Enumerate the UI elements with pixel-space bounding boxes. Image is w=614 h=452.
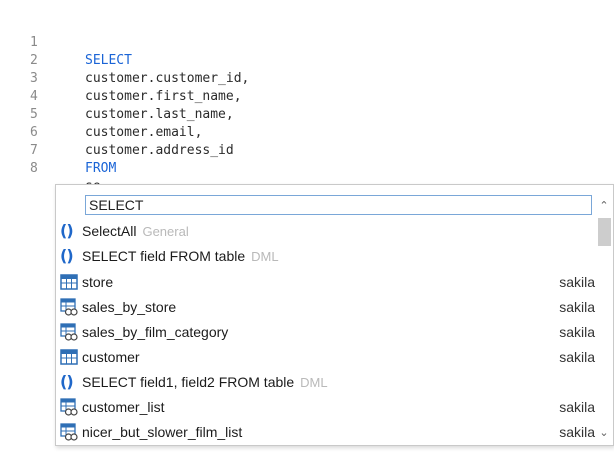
line-number: 1 — [30, 35, 38, 50]
suggestion-schema: sakila — [559, 324, 595, 340]
suggestion-label: nicer_but_slower_film_list — [82, 424, 243, 440]
suggestion-schema: sakila — [559, 274, 595, 290]
code-line: 4 customer.last_name, — [0, 70, 234, 122]
suggestion-category: General — [142, 224, 189, 239]
code-text[interactable]: customer.email, — [85, 124, 202, 142]
code-text[interactable]: customer.customer_id, — [85, 70, 249, 88]
snippet-icon: () — [60, 246, 74, 265]
code-text[interactable]: customer.address_id — [85, 142, 234, 160]
suggestion-label: sales_by_store — [82, 299, 177, 315]
line-number: 8 — [30, 161, 38, 176]
view-icon — [60, 298, 78, 316]
suggestion-item[interactable]: () SELECT field1, field2 FROM table DML — [58, 371, 595, 393]
view-icon — [60, 423, 78, 441]
suggestion-label: SelectAll — [82, 223, 137, 239]
suggestion-item[interactable]: () SelectAll General — [58, 220, 595, 242]
line-number: 5 — [30, 107, 38, 122]
suggestion-item[interactable]: store sakila — [58, 271, 595, 293]
suggestion-schema: sakila — [559, 299, 595, 315]
suggestion-label: customer — [82, 349, 140, 365]
code-text[interactable]: FROM — [85, 160, 116, 178]
code-line: 6 customer.address_id — [0, 106, 234, 158]
suggestion-schema: sakila — [559, 424, 595, 440]
suggestion-label: SELECT field FROM table — [82, 248, 246, 264]
suggestion-item[interactable]: sales_by_film_category sakila — [58, 321, 595, 343]
code-text[interactable]: SELECT — [85, 52, 132, 70]
suggestion-schema: sakila — [559, 349, 595, 365]
scroll-down-arrow-icon[interactable]: ⌄ — [596, 425, 612, 441]
suggestion-category: DML — [251, 249, 279, 264]
snippet-icon: () — [60, 372, 74, 391]
code-line: 5 customer.email, — [0, 88, 202, 140]
code-text[interactable]: customer.first_name, — [85, 88, 242, 106]
scrollbar-thumb[interactable] — [598, 218, 611, 246]
suggestion-item[interactable]: customer sakila — [58, 346, 595, 368]
autocomplete-popup: ⌃ ⌄ () SelectAll General () SELECT field … — [55, 184, 614, 446]
suggestion-label: SELECT field1, field2 FROM table — [82, 374, 295, 390]
suggestion-item[interactable]: sales_by_store sakila — [58, 296, 595, 318]
suggestion-label: customer_list — [82, 399, 165, 415]
code-line: 2 customer.customer_id, — [0, 34, 249, 86]
line-number: 3 — [30, 71, 38, 86]
suggestion-item[interactable]: nicer_but_slower_film_list sakila — [58, 421, 595, 443]
autocomplete-filter-input[interactable] — [85, 195, 592, 215]
line-number: 7 — [30, 143, 38, 158]
table-icon — [60, 274, 78, 290]
code-line: 8 se — [0, 142, 101, 194]
suggestion-item[interactable]: () SELECT field FROM table DML — [58, 245, 595, 267]
line-number: 4 — [30, 89, 38, 104]
line-number: 6 — [30, 125, 38, 140]
line-number: 2 — [30, 53, 38, 68]
suggestion-category: DML — [300, 375, 328, 390]
view-icon — [60, 323, 78, 341]
suggestion-item[interactable]: customer_list sakila — [58, 396, 595, 418]
code-line: 7 FROM — [0, 124, 116, 176]
code-text[interactable]: customer.last_name, — [85, 106, 234, 124]
view-icon — [60, 398, 78, 416]
table-icon — [60, 349, 78, 365]
suggestion-label: store — [82, 274, 114, 290]
code-line: 1 SELECT — [0, 16, 132, 68]
suggestion-schema: sakila — [559, 399, 595, 415]
scroll-up-arrow-icon[interactable]: ⌃ — [596, 198, 612, 214]
popup-scrollbar[interactable]: ⌃ ⌄ — [596, 193, 612, 443]
code-line: 3 customer.first_name, — [0, 52, 242, 104]
suggestion-label: sales_by_film_category — [82, 324, 229, 340]
snippet-icon: () — [60, 221, 74, 240]
